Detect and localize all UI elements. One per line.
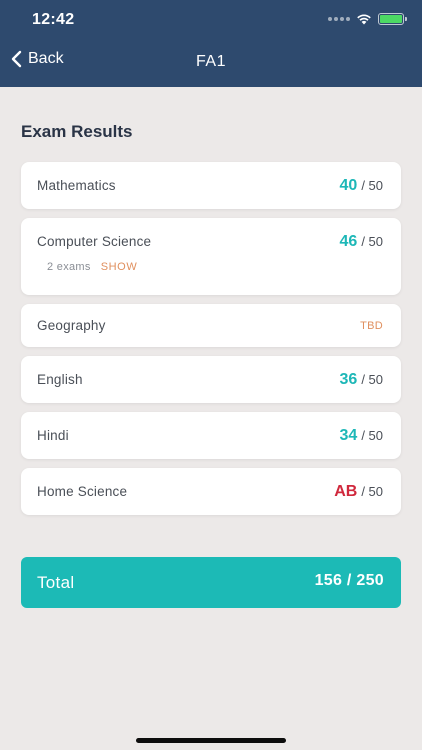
score-value: 36: [339, 371, 358, 388]
signal-icon: [328, 17, 350, 21]
app-header: 12:42 Back FA1: [0, 0, 422, 87]
score-value: 46: [339, 233, 358, 250]
score: 40 / 50: [340, 177, 383, 195]
subject-name: Home Science: [37, 484, 128, 499]
score-max: / 50: [361, 428, 383, 443]
subject-name: English: [37, 372, 83, 387]
status-time: 12:42: [32, 11, 75, 28]
score-value: AB: [334, 483, 358, 500]
total-card: Total 156 / 250: [21, 557, 401, 608]
total-label: Total: [37, 573, 75, 592]
status-badge: TBD: [360, 320, 383, 332]
subject-name: Mathematics: [37, 178, 116, 193]
score-value: 40: [339, 177, 358, 194]
page-title: FA1: [196, 53, 226, 70]
exam-count: 2 exams: [47, 261, 91, 273]
score: 46 / 50: [340, 233, 383, 251]
score-value: 34: [339, 427, 358, 444]
wifi-icon: [357, 14, 371, 25]
subject-name: Computer Science: [37, 234, 152, 249]
result-card-hindi: Hindi 34 / 50: [21, 412, 401, 459]
total-value: 156 / 250: [314, 572, 384, 589]
result-card-geography: Geography TBD: [21, 304, 401, 347]
score: AB / 50: [334, 483, 383, 501]
section-title: Exam Results: [21, 122, 133, 141]
result-card-home-science: Home Science AB / 50: [21, 468, 401, 515]
show-exams-link[interactable]: SHOW: [101, 261, 138, 273]
score-max: / 50: [361, 372, 383, 387]
status-icons: [328, 13, 407, 25]
exams-info: 2 exams SHOW: [47, 261, 137, 273]
score-max: / 50: [361, 234, 383, 249]
home-indicator[interactable]: [136, 738, 286, 743]
score: 34 / 50: [340, 427, 383, 445]
score-max: / 50: [361, 178, 383, 193]
result-card-mathematics: Mathematics 40 / 50: [21, 162, 401, 209]
result-card-computer-science: Computer Science 46 / 50 2 exams SHOW: [21, 218, 401, 295]
score: 36 / 50: [340, 371, 383, 389]
subject-name: Hindi: [37, 428, 69, 443]
score-max: / 50: [361, 484, 383, 499]
subject-name: Geography: [37, 318, 106, 333]
battery-icon: [378, 13, 407, 25]
result-card-english: English 36 / 50: [21, 356, 401, 403]
